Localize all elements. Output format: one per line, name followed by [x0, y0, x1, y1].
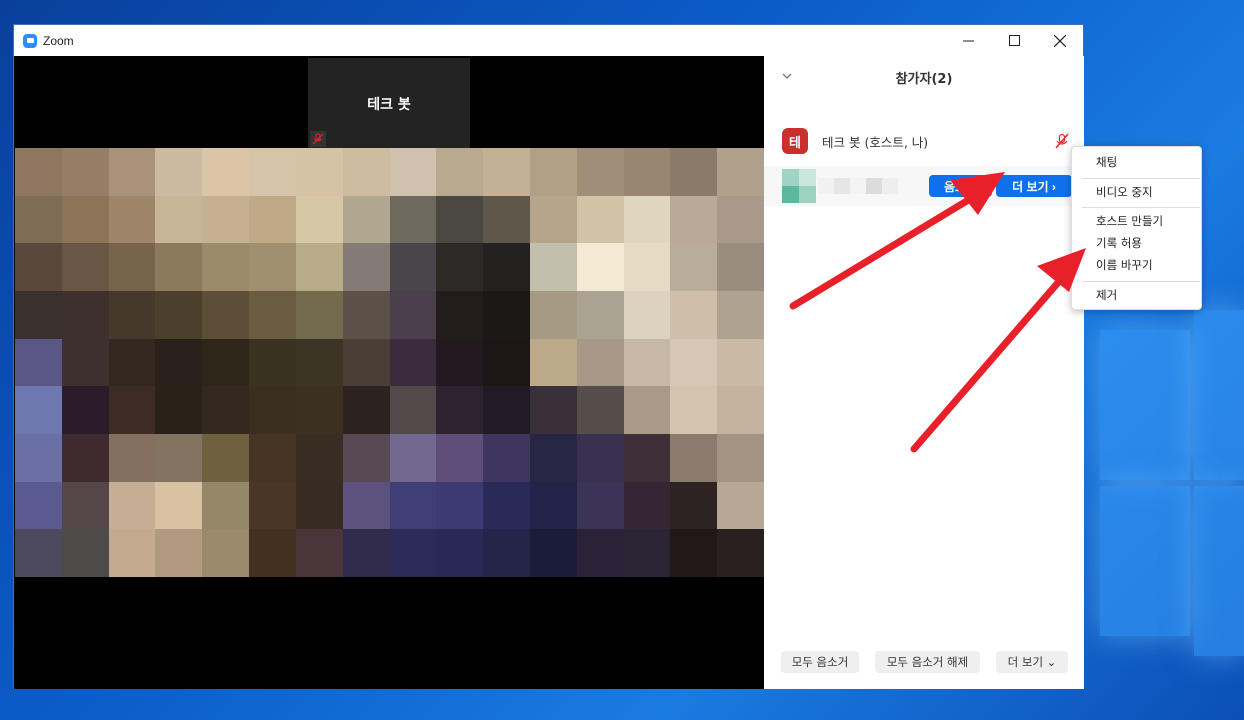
participants-header: 참가자(2) [764, 56, 1084, 98]
maximize-icon [1008, 35, 1020, 46]
footer-more-button[interactable]: 더 보기 ⌄ [996, 651, 1068, 673]
maximize-button[interactable] [991, 25, 1037, 56]
avatar [782, 169, 816, 203]
close-button[interactable] [1037, 25, 1083, 56]
menu-divider [1082, 207, 1200, 208]
menu-item-rename[interactable]: 이름 바꾸기 [1096, 255, 1153, 275]
title-bar: Zoom [14, 25, 1083, 56]
desktop-background-logo [1090, 290, 1244, 720]
zoom-window: Zoom 테크 봇 참가자(2) 테 테크 봇 (호스트, 나) 음소거 더 보… [13, 24, 1084, 689]
mute-button[interactable]: 음소거 [929, 175, 992, 197]
zoom-app-icon [23, 33, 37, 48]
muted-mic-icon[interactable] [1054, 133, 1070, 153]
menu-item-allow-record[interactable]: 기록 허용 [1096, 233, 1142, 253]
panel-footer: 모두 음소거 모두 음소거 해제 더 보기 ⌄ [764, 651, 1084, 675]
window-title: Zoom [43, 33, 74, 48]
menu-item-chat[interactable]: 채팅 [1096, 152, 1117, 172]
participant-row[interactable]: 음소거 더 보기 › [764, 166, 1084, 206]
participant-name-blurred [818, 178, 898, 194]
participants-panel: 참가자(2) 테 테크 봇 (호스트, 나) 음소거 더 보기 › 모두 음소거… [764, 56, 1084, 689]
participant-row[interactable]: 테 테크 봇 (호스트, 나) [764, 121, 1084, 161]
minimize-button[interactable] [945, 25, 991, 56]
mute-all-button[interactable]: 모두 음소거 [781, 651, 859, 673]
muted-mic-icon [310, 131, 326, 147]
more-options-menu: 채팅 비디오 중지 호스트 만들기 기록 허용 이름 바꾸기 제거 [1071, 146, 1202, 310]
menu-item-make-host[interactable]: 호스트 만들기 [1096, 211, 1163, 231]
close-icon [1054, 34, 1066, 47]
thumbnail-name: 테크 봇 [367, 96, 411, 113]
pixelated-video-feed [15, 148, 764, 577]
menu-divider [1082, 178, 1200, 179]
panel-title: 참가자(2) [895, 71, 953, 87]
unmute-all-button[interactable]: 모두 음소거 해제 [875, 651, 980, 673]
menu-item-stop-video[interactable]: 비디오 중지 [1096, 182, 1153, 202]
menu-divider [1082, 281, 1200, 282]
avatar: 테 [782, 128, 808, 154]
self-video-thumbnail[interactable]: 테크 봇 [308, 58, 470, 149]
collapse-chevron-icon[interactable] [782, 70, 792, 83]
more-button[interactable]: 더 보기 › [996, 175, 1072, 197]
menu-item-remove[interactable]: 제거 [1096, 285, 1117, 305]
participant-name: 테크 봇 (호스트, 나) [822, 134, 929, 150]
minimize-icon [962, 40, 974, 42]
video-area[interactable]: 테크 봇 [14, 56, 764, 689]
